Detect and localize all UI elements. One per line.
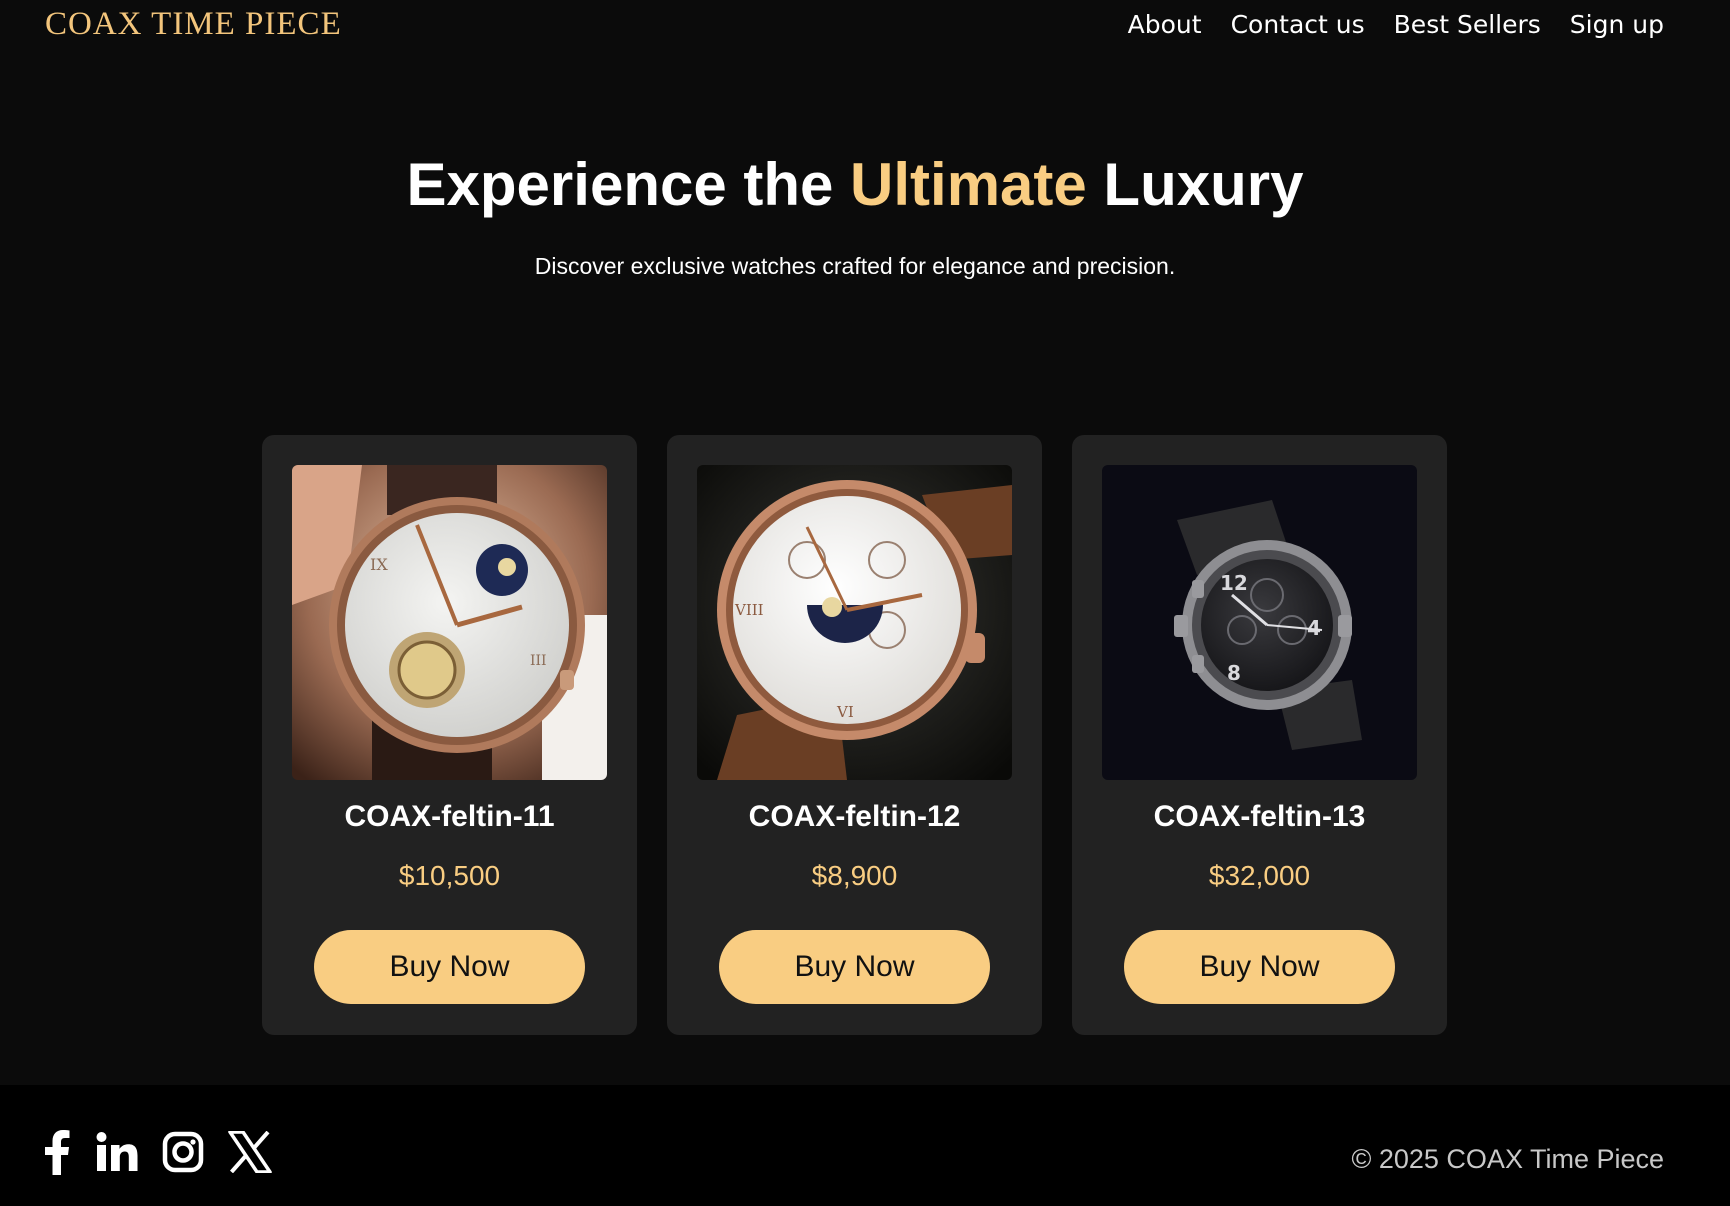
copyright-text: © 2025 COAX Time Piece [1351,1144,1664,1174]
svg-text:III: III [530,653,547,669]
main-nav: About Contact us Best Sellers Sign up [1128,10,1664,39]
product-price: $10,500 [398,860,501,891]
site-footer: © 2025 COAX Time Piece [0,1085,1730,1206]
hero-title-accent: Ultimate [850,151,1087,218]
product-card: VIII VI COAX-feltin-12 $8,900 Buy Now [667,435,1042,1035]
instagram-icon[interactable] [162,1131,204,1178]
x-icon[interactable] [228,1130,272,1178]
product-image-black-chronograph-watch[interactable]: 12 4 8 [1102,465,1417,780]
nav-sign-up-link[interactable]: Sign up [1570,10,1664,39]
product-name: COAX-feltin-12 [748,800,961,833]
svg-text:12: 12 [1220,571,1248,595]
site-header: COAX TIME PIECE About Contact us Best Se… [0,0,1730,56]
hero-title-end: Luxury [1086,151,1304,218]
watch-illustration: VIII VI [697,465,1012,780]
product-image-moonphase-watch[interactable]: VIII VI [697,465,1012,780]
product-card: IX III COAX-feltin-11 $10,500 Buy Now [262,435,637,1035]
watch-illustration: 12 4 8 [1102,465,1417,780]
buy-now-button[interactable]: Buy Now [1124,930,1395,1004]
svg-text:VIII: VIII [734,601,764,619]
hero-subtitle: Discover exclusive watches crafted for e… [534,253,1176,279]
product-grid: IX III COAX-feltin-11 $10,500 Buy Now VI… [262,435,1447,1035]
nav-contact-link[interactable]: Contact us [1231,10,1365,39]
product-price: $8,900 [811,860,898,891]
svg-text:VI: VI [836,703,854,721]
nav-best-sellers-link[interactable]: Best Sellers [1394,10,1541,39]
product-price: $32,000 [1208,860,1311,891]
brand-logo[interactable]: COAX TIME PIECE [45,6,342,43]
product-image-rose-gold-tourbillon-watch[interactable]: IX III [292,465,607,780]
watch-illustration: IX III [292,465,607,780]
svg-text:IX: IX [370,555,388,574]
hero-title: Experience the Ultimate Luxury [0,150,1710,219]
svg-text:8: 8 [1227,661,1241,685]
product-name: COAX-feltin-11 [344,800,555,833]
nav-about-link[interactable]: About [1128,10,1202,39]
product-card: 12 4 8 COAX-feltin-13 $32,000 Buy Now [1072,435,1447,1035]
buy-now-button[interactable]: Buy Now [719,930,990,1004]
social-links [42,1129,272,1180]
page: COAX TIME PIECE About Contact us Best Se… [0,0,1730,1206]
product-name: COAX-feltin-13 [1153,800,1366,833]
linkedin-icon[interactable] [96,1132,138,1177]
buy-now-button[interactable]: Buy Now [314,930,585,1004]
hero-title-start: Experience the [406,151,851,218]
facebook-icon[interactable] [42,1129,72,1180]
